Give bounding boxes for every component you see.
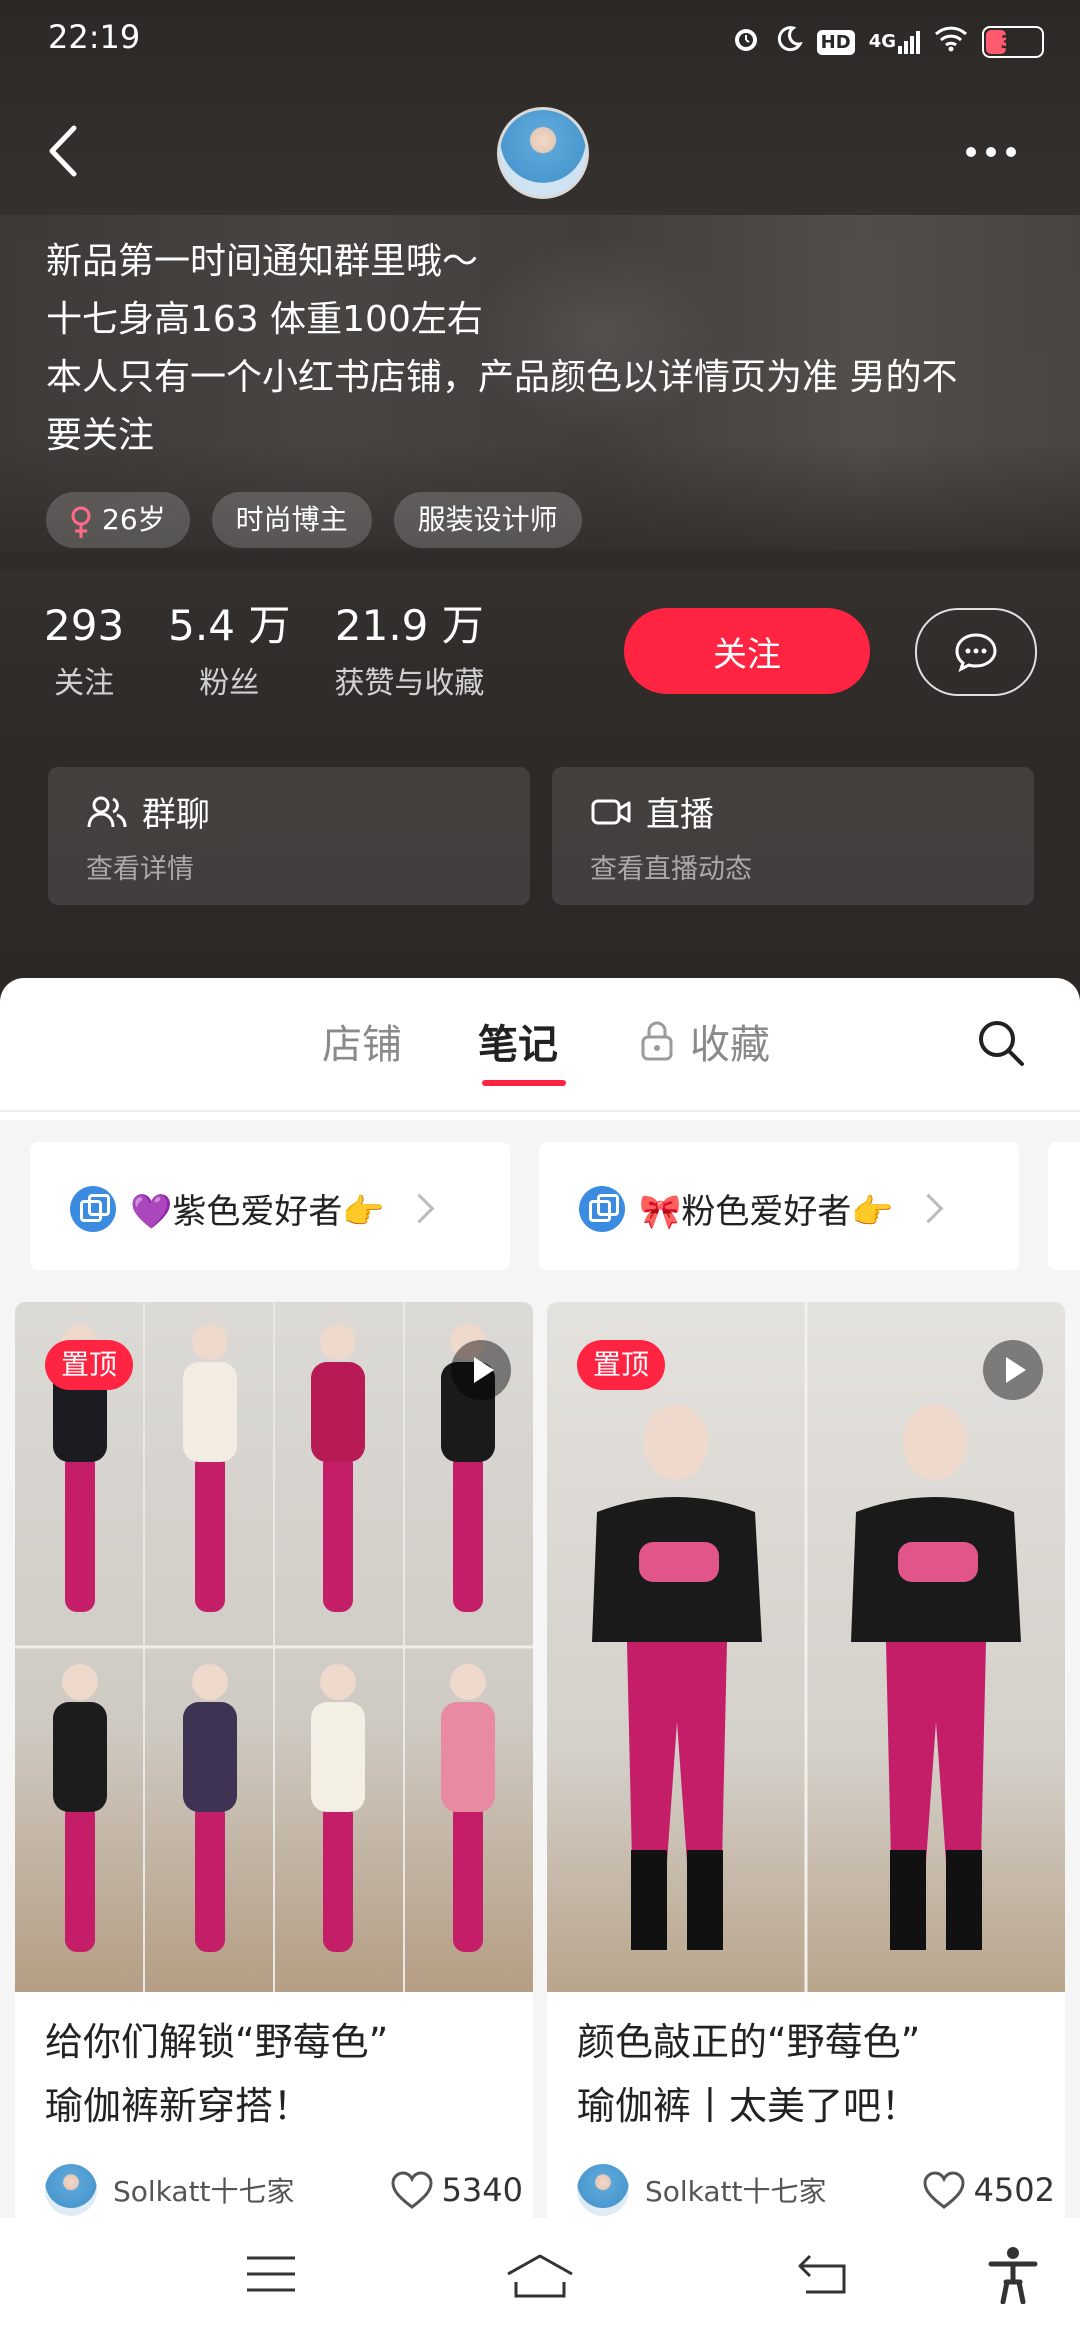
- like-button[interactable]: 4502: [922, 2170, 1055, 2210]
- hd-icon: HD: [816, 29, 855, 55]
- signal-icon: 4G: [869, 30, 920, 54]
- note-cover-image: [15, 1302, 533, 1992]
- chevron-right-icon: [404, 1193, 435, 1224]
- collection-card[interactable]: [1048, 1142, 1080, 1270]
- author-name[interactable]: Solkatt十七家: [645, 2170, 922, 2210]
- note-title: 给你们解锁“野莓色” 瑜伽裤新穿搭！: [45, 2020, 389, 2128]
- tag-profession: 服装设计师: [393, 492, 582, 548]
- avatar[interactable]: [497, 107, 589, 199]
- heart-icon: [391, 2171, 433, 2209]
- bio-line: 要关注: [46, 415, 155, 456]
- tab-bar: 店铺 笔记 收藏: [0, 990, 1080, 1110]
- group-icon: [87, 796, 127, 827]
- pinned-badge: 置顶: [45, 1340, 134, 1390]
- back-nav-icon[interactable]: [796, 2252, 852, 2302]
- message-button[interactable]: [915, 608, 1037, 696]
- wifi-icon: [934, 26, 968, 59]
- search-icon[interactable]: [976, 1018, 1026, 1068]
- back-icon[interactable]: [40, 118, 96, 184]
- status-time: 22:19: [48, 18, 141, 56]
- tab-notes[interactable]: 笔记: [478, 1012, 558, 1070]
- like-button[interactable]: 5340: [390, 2170, 523, 2210]
- accessibility-icon[interactable]: [988, 2246, 1038, 2308]
- stat-followers[interactable]: 5.4 万 粉丝: [168, 600, 290, 702]
- menu-icon[interactable]: [244, 2252, 298, 2300]
- bio-line: 新品第一时间通知群里哦～: [46, 241, 479, 282]
- moon-icon: [775, 25, 803, 60]
- lock-icon: [641, 1021, 673, 1061]
- video-play-icon: [451, 1340, 511, 1400]
- note-card[interactable]: 置顶 给你们解锁“野莓色” 瑜伽裤新穿搭！ Solkatt十七家 5340: [15, 1302, 533, 2232]
- note-meta: Solkatt十七家 4502: [577, 2162, 1055, 2218]
- note-card[interactable]: 置顶 颜色敲正的“野莓色” 瑜伽裤丨太美了吧！ Solkatt十七家 4502: [547, 1302, 1065, 2232]
- female-icon: [70, 503, 92, 538]
- note-cover-image: [547, 1302, 1065, 1992]
- heart-icon: [923, 2171, 965, 2209]
- chat-icon: [955, 633, 997, 672]
- tab-collections[interactable]: 收藏: [638, 1012, 770, 1070]
- status-icons: HD 4G 32: [731, 20, 1044, 64]
- bio-line: 十七身高163 体重100左右: [46, 299, 483, 340]
- home-icon[interactable]: [504, 2252, 576, 2306]
- follow-button[interactable]: 关注: [624, 608, 870, 694]
- video-play-icon: [983, 1340, 1043, 1400]
- collection-icon: [70, 1185, 116, 1232]
- bio-line-cut: [46, 197, 1046, 227]
- collection-icon: [579, 1185, 625, 1232]
- system-nav-bar: [0, 2218, 1080, 2340]
- stat-following[interactable]: 293 关注: [44, 600, 124, 702]
- author-avatar[interactable]: [577, 2164, 629, 2216]
- profile-stats: 293 关注 5.4 万 粉丝 21.9 万 获赞与收藏: [44, 600, 484, 702]
- live-card[interactable]: 直播 查看直播动态: [552, 767, 1034, 905]
- collection-card[interactable]: 💜紫色爱好者👉: [30, 1142, 510, 1270]
- tag-role: 时尚博主: [211, 492, 372, 548]
- battery-icon: 32: [982, 26, 1044, 58]
- author-name[interactable]: Solkatt十七家: [113, 2170, 390, 2210]
- profile-tags: 26岁 时尚博主 服装设计师: [46, 492, 582, 548]
- live-camera-icon: [591, 799, 631, 824]
- pinned-badge: 置顶: [577, 1340, 666, 1390]
- note-title: 颜色敲正的“野莓色” 瑜伽裤丨太美了吧！: [577, 2020, 921, 2128]
- bio-line: 本人只有一个小红书店铺，产品颜色以详情页为准 男的不: [46, 357, 958, 398]
- author-avatar[interactable]: [45, 2164, 97, 2216]
- collection-card[interactable]: 🎀粉色爱好者👉: [539, 1142, 1019, 1270]
- note-meta: Solkatt十七家 5340: [45, 2162, 523, 2218]
- chevron-right-icon: [913, 1193, 944, 1224]
- more-icon[interactable]: [966, 132, 1030, 172]
- active-tab-indicator: [482, 1080, 566, 1086]
- alarm-icon: [731, 24, 761, 61]
- tab-shop[interactable]: 店铺: [322, 1012, 402, 1070]
- tag-age: 26岁: [46, 492, 190, 548]
- divider: [0, 1110, 1080, 1112]
- stat-likes-collects[interactable]: 21.9 万 获赞与收藏: [334, 600, 484, 702]
- group-chat-card[interactable]: 群聊 查看详情: [48, 767, 530, 905]
